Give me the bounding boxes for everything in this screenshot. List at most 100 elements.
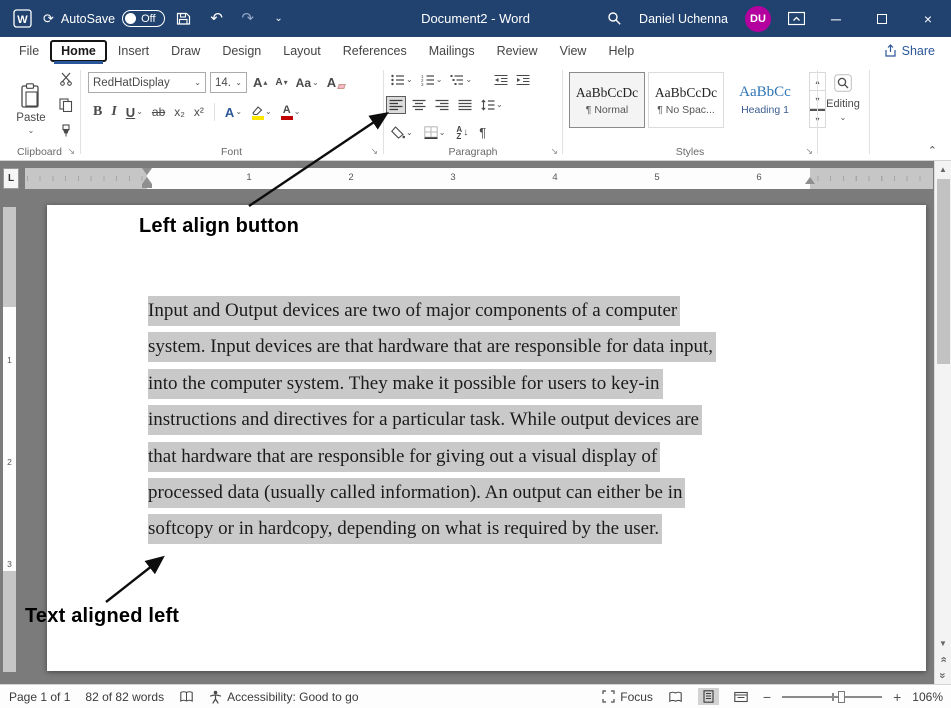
zoom-slider[interactable]	[782, 690, 882, 704]
document-page[interactable]: Input and Output devices are two of majo…	[47, 205, 926, 671]
style-no-spacing[interactable]: AaBbCcDc ¶ No Spac...	[648, 72, 724, 128]
shrink-font-button[interactable]: A▾	[273, 75, 289, 90]
line-spacing-button[interactable]: ⌄	[479, 97, 505, 113]
numbering-button[interactable]: 123 ⌄	[419, 72, 445, 88]
left-indent-marker[interactable]	[142, 184, 152, 188]
word-count[interactable]: 82 of 82 words	[85, 690, 164, 704]
editing-button[interactable]: Editing	[818, 98, 868, 110]
customize-quick-access-chevron-icon[interactable]: ⌄	[269, 14, 289, 24]
autosave-control[interactable]: ⟳ AutoSave Off	[43, 10, 165, 27]
focus-button[interactable]: Focus	[602, 690, 653, 704]
tab-home[interactable]: Home	[50, 40, 107, 62]
font-dialog-launcher-icon[interactable]: ↘	[370, 146, 378, 157]
document-text[interactable]: Input and Output devices are two of majo…	[148, 300, 716, 555]
redo-button[interactable]: ↷	[238, 11, 258, 26]
tab-stop-selector[interactable]: L	[3, 168, 19, 189]
document-line[interactable]: into the computer system. They make it p…	[148, 373, 716, 409]
horizontal-ruler[interactable]: 1 2 3 4 5 6	[25, 168, 933, 189]
align-left-button[interactable]	[387, 97, 405, 113]
text-effects-button[interactable]: A⌄	[223, 103, 244, 122]
read-mode-button[interactable]	[664, 689, 687, 705]
document-line[interactable]: that hardware that are responsible for g…	[148, 446, 716, 482]
ribbon-display-options-icon[interactable]	[788, 11, 805, 26]
scroll-down-icon[interactable]: ▼	[935, 636, 951, 650]
document-line[interactable]: processed data (usually called informati…	[148, 482, 716, 518]
decrease-indent-button[interactable]	[492, 72, 510, 88]
web-layout-button[interactable]	[730, 689, 752, 705]
document-line[interactable]: Input and Output devices are two of majo…	[148, 300, 716, 336]
tab-review[interactable]: Review	[486, 40, 549, 62]
italic-button[interactable]: I	[109, 102, 118, 122]
show-hide-marks-button[interactable]: ¶	[477, 123, 488, 142]
search-icon[interactable]	[607, 11, 622, 26]
tab-design[interactable]: Design	[211, 40, 272, 62]
align-center-button[interactable]	[410, 97, 428, 113]
autosave-toggle[interactable]: Off	[122, 10, 164, 27]
accessibility-status[interactable]: Accessibility: Good to go	[209, 690, 358, 704]
editing-icon[interactable]	[832, 72, 854, 94]
format-painter-button[interactable]	[57, 122, 75, 140]
page-indicator[interactable]: Page 1 of 1	[9, 690, 70, 704]
superscript-button[interactable]: x²	[192, 103, 206, 121]
paragraph-dialog-launcher-icon[interactable]: ↘	[550, 146, 558, 157]
zoom-thumb[interactable]	[838, 691, 845, 703]
minimize-button[interactable]: ─	[813, 0, 859, 37]
font-size-combo[interactable]: 14.5 ⌄	[210, 72, 247, 93]
scrollbar-thumb[interactable]	[937, 179, 950, 364]
styles-dialog-launcher-icon[interactable]: ↘	[805, 146, 813, 157]
close-button[interactable]: ×	[905, 0, 951, 37]
underline-button[interactable]: U⌄	[124, 103, 145, 122]
collapse-ribbon-button[interactable]: ⌃	[928, 144, 937, 157]
tab-file[interactable]: File	[8, 40, 50, 62]
tab-draw[interactable]: Draw	[160, 40, 211, 62]
maximize-button[interactable]	[859, 0, 905, 37]
bullets-button[interactable]: ⌄	[389, 72, 415, 88]
undo-button[interactable]: ↶	[207, 11, 227, 26]
tab-help[interactable]: Help	[597, 40, 645, 62]
vertical-ruler[interactable]: 1 2 3	[3, 207, 16, 672]
justify-button[interactable]	[456, 97, 474, 113]
word-logo-icon[interactable]: W	[13, 9, 32, 28]
bold-button[interactable]: B	[91, 102, 104, 122]
highlight-color-button[interactable]: ⌄	[249, 103, 274, 122]
scroll-up-icon[interactable]: ▲	[935, 161, 951, 177]
tab-view[interactable]: View	[549, 40, 598, 62]
grow-font-button[interactable]: A▴	[251, 73, 269, 92]
strikethrough-button[interactable]: ab	[150, 103, 167, 121]
clipboard-dialog-launcher-icon[interactable]: ↘	[67, 146, 75, 157]
style-normal[interactable]: AaBbCcDc ¶ Normal	[569, 72, 645, 128]
tab-references[interactable]: References	[332, 40, 418, 62]
align-right-button[interactable]	[433, 97, 451, 113]
zoom-level[interactable]: 106%	[912, 690, 943, 704]
font-color-button[interactable]: A ⌄	[279, 103, 303, 122]
zoom-in-button[interactable]: +	[893, 689, 901, 705]
increase-indent-button[interactable]	[514, 72, 532, 88]
vertical-scrollbar[interactable]: ▲ ▼ « «	[934, 161, 951, 684]
change-case-button[interactable]: Aa⌄	[294, 74, 321, 92]
share-button[interactable]: Share	[883, 44, 935, 58]
document-line[interactable]: system. Input devices are that hardware …	[148, 336, 716, 372]
font-name-combo[interactable]: RedHatDisplay ⌄	[88, 72, 206, 93]
avatar[interactable]: DU	[745, 6, 771, 32]
tab-layout[interactable]: Layout	[272, 40, 332, 62]
clear-formatting-button[interactable]: A	[325, 73, 347, 92]
copy-button[interactable]	[57, 96, 75, 114]
tab-insert[interactable]: Insert	[107, 40, 160, 62]
tab-mailings[interactable]: Mailings	[418, 40, 486, 62]
subscript-button[interactable]: x₂	[172, 103, 187, 121]
spellcheck-icon[interactable]	[179, 690, 194, 703]
previous-page-button[interactable]: «	[935, 652, 951, 666]
shading-button[interactable]: ⌄	[389, 124, 415, 141]
paste-button[interactable]: Paste ⌄	[8, 70, 54, 148]
print-layout-button[interactable]	[698, 688, 719, 705]
document-line[interactable]: instructions and directives for a partic…	[148, 409, 716, 445]
style-heading-1[interactable]: AaBbCc Heading 1	[727, 72, 803, 128]
zoom-out-button[interactable]: −	[763, 689, 771, 705]
save-button[interactable]	[176, 11, 196, 26]
next-page-button[interactable]: «	[935, 668, 951, 682]
sort-button[interactable]: AZ ↓	[454, 124, 470, 142]
multilevel-list-button[interactable]: ⌄	[448, 72, 474, 88]
cut-button[interactable]	[57, 70, 75, 88]
borders-button[interactable]: ⌄	[422, 124, 448, 141]
document-line[interactable]: softcopy or in hardcopy, depending on wh…	[148, 518, 716, 554]
